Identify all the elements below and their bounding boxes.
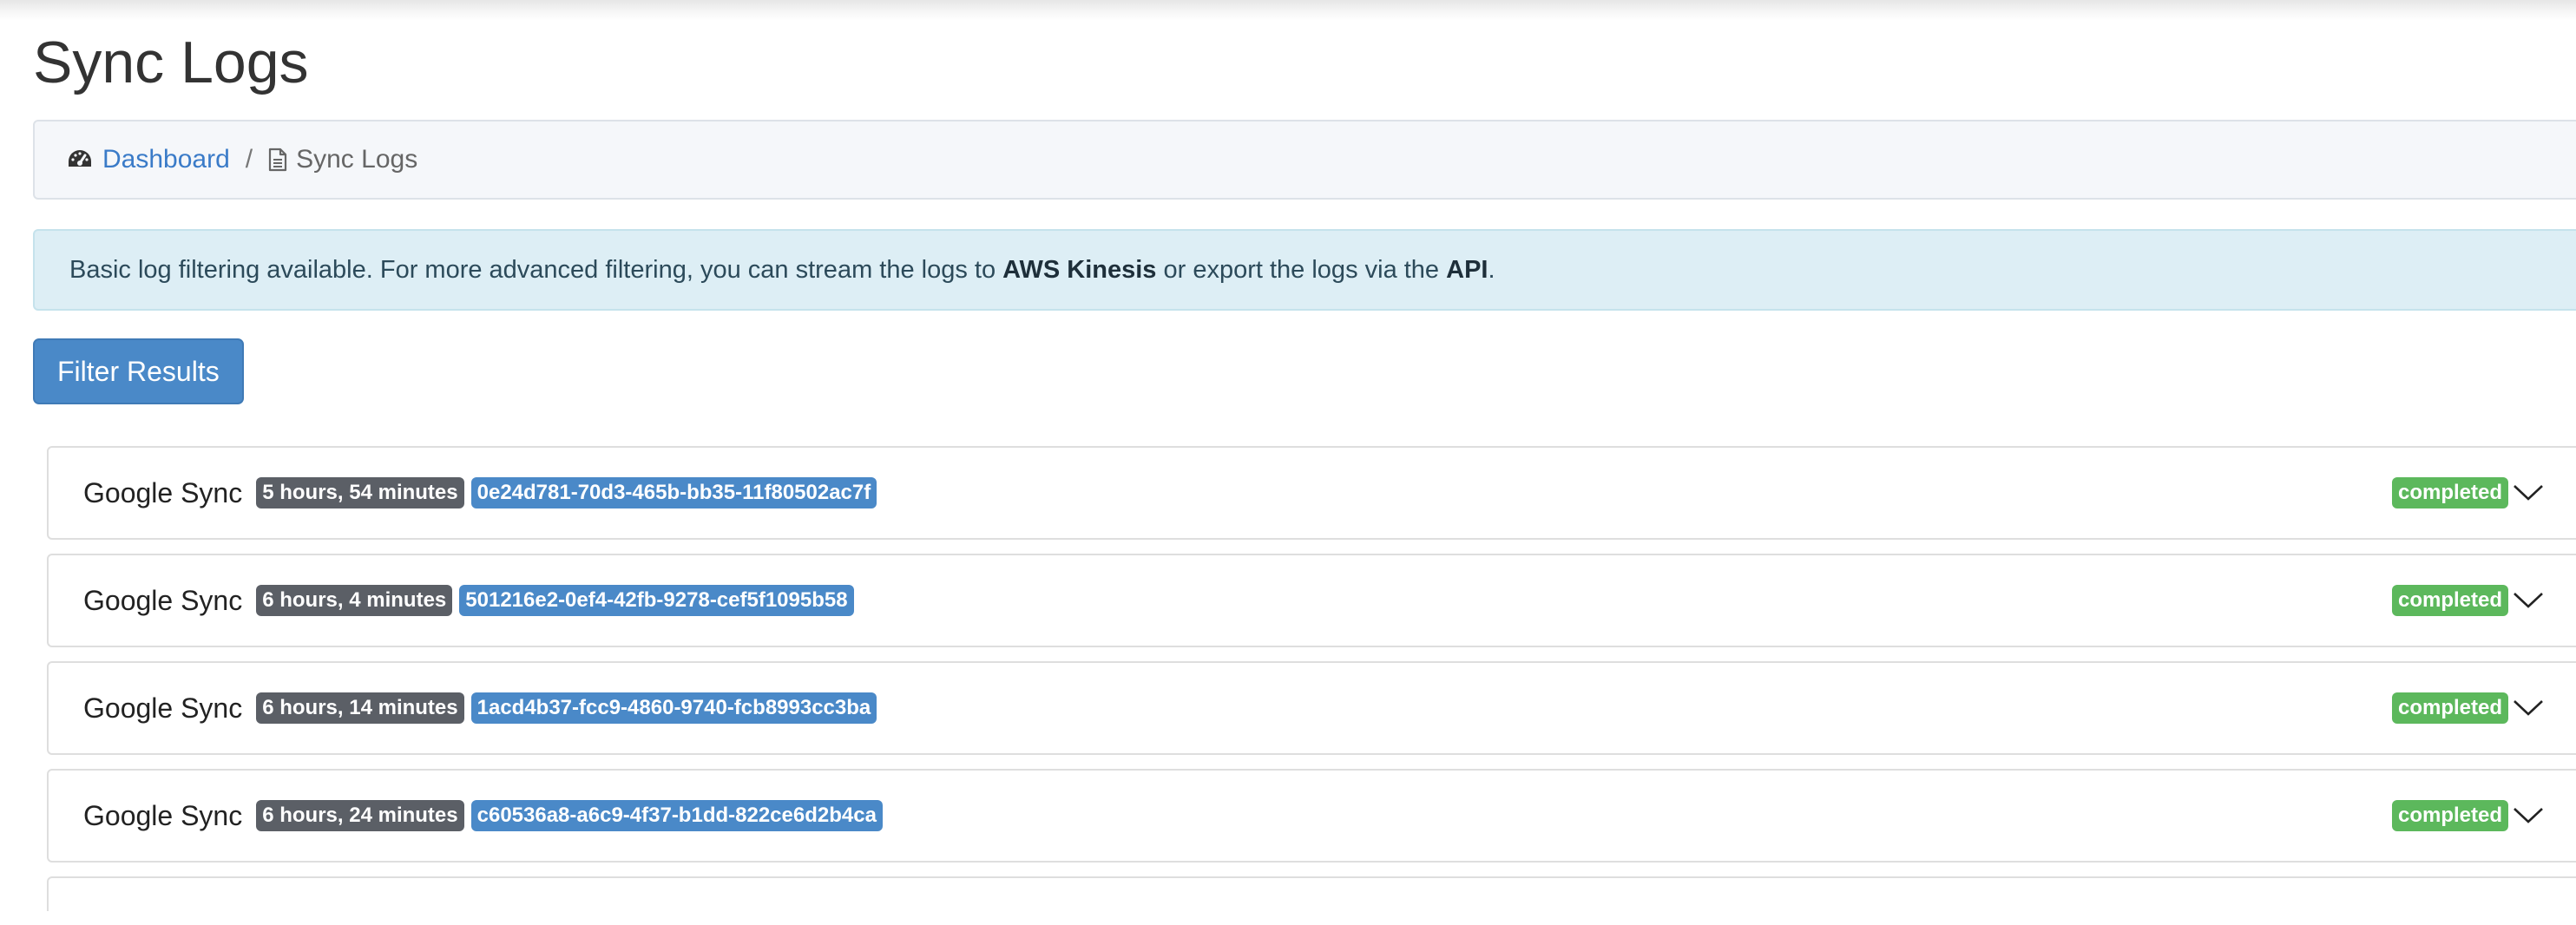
chevron-down-icon[interactable] <box>2512 590 2545 611</box>
log-row[interactable]: Google Sync 6 hours, 24 minutes c60536a8… <box>47 769 2576 863</box>
status-badge: completed <box>2391 476 2508 509</box>
file-icon <box>268 148 287 172</box>
breadcrumb-separator: / <box>245 145 253 174</box>
alert-text: Basic log filtering available. For more … <box>69 256 1495 285</box>
log-name: Google Sync <box>83 476 243 508</box>
log-row-right: completed <box>2391 448 2545 538</box>
duration-badge: 6 hours, 24 minutes <box>256 799 464 832</box>
log-name: Google Sync <box>83 799 243 831</box>
chevron-down-icon[interactable] <box>2512 805 2545 826</box>
aws-kinesis-text: AWS Kinesis <box>1002 255 1157 284</box>
chevron-down-icon[interactable] <box>2512 698 2545 718</box>
breadcrumb-current: Sync Logs <box>268 145 417 174</box>
log-row-right: completed <box>2391 663 2545 753</box>
log-row-partial[interactable] <box>47 876 2576 911</box>
log-id-badge: c60536a8-a6c9-4f37-b1dd-822ce6d2b4ca <box>470 799 883 832</box>
log-row-right: completed <box>2391 555 2545 646</box>
breadcrumb-dashboard-label: Dashboard <box>102 145 230 174</box>
top-shadow <box>0 0 2576 21</box>
breadcrumb: Dashboard / Sync Logs <box>33 120 2576 200</box>
chevron-down-icon[interactable] <box>2512 482 2545 503</box>
breadcrumb-dashboard-link[interactable]: Dashboard <box>66 145 230 174</box>
log-id-badge: 1acd4b37-fcc9-4860-9740-fcb8993cc3ba <box>470 692 877 725</box>
log-id-badge: 501216e2-0ef4-42fb-9278-cef5f1095b58 <box>459 584 854 617</box>
tachometer-icon <box>66 148 94 172</box>
filter-results-button[interactable]: Filter Results <box>33 338 244 404</box>
status-badge: completed <box>2391 799 2508 832</box>
alert-text-middle: or export the logs via the <box>1156 255 1447 284</box>
page-title: Sync Logs <box>33 30 309 95</box>
log-row[interactable]: Google Sync 6 hours, 14 minutes 1acd4b37… <box>47 661 2576 755</box>
alert-text-after: . <box>1488 255 1495 284</box>
duration-badge: 5 hours, 54 minutes <box>256 476 464 509</box>
main-content: Sync Logs Dashboard / Sync Logs Basic lo… <box>33 21 2576 911</box>
duration-badge: 6 hours, 4 minutes <box>256 584 453 617</box>
log-id-badge: 0e24d781-70d3-465b-bb35-11f80502ac7f <box>470 476 877 509</box>
status-badge: completed <box>2391 692 2508 725</box>
log-row[interactable]: Google Sync 5 hours, 54 minutes 0e24d781… <box>47 446 2576 540</box>
sync-log-list: Google Sync 5 hours, 54 minutes 0e24d781… <box>47 446 2576 925</box>
breadcrumb-current-label: Sync Logs <box>296 145 418 174</box>
status-badge: completed <box>2391 584 2508 617</box>
alert-text-before: Basic log filtering available. For more … <box>69 255 1003 284</box>
log-name: Google Sync <box>83 584 243 616</box>
api-text: API <box>1446 255 1488 284</box>
duration-badge: 6 hours, 14 minutes <box>256 692 464 725</box>
log-row-right: completed <box>2391 771 2545 861</box>
log-name: Google Sync <box>83 692 243 724</box>
info-alert: Basic log filtering available. For more … <box>33 229 2576 311</box>
log-row[interactable]: Google Sync 6 hours, 4 minutes 501216e2-… <box>47 554 2576 647</box>
